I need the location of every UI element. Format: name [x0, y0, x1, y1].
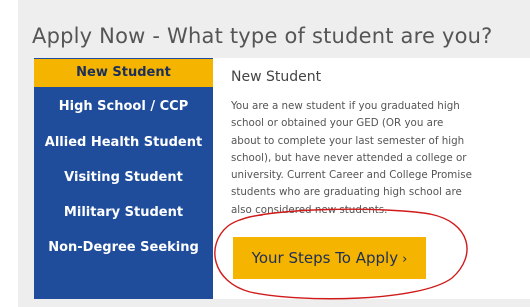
your-steps-to-apply-button[interactable]: Your Steps To Apply › — [233, 237, 426, 279]
apply-button-label: Your Steps To Apply — [251, 249, 399, 267]
description-line: school), but have never attended a colle… — [231, 151, 467, 164]
student-type-sidebar: New Student High School / CCP Allied Hea… — [34, 58, 213, 299]
page-title: Apply Now - What type of student are you… — [32, 24, 493, 48]
chevron-right-icon: › — [402, 252, 408, 267]
description-line: about to complete your last semester of … — [231, 134, 465, 147]
description-line: university. Current Career and College P… — [231, 169, 472, 182]
description-line: also considered new students. — [231, 203, 388, 216]
content-title: New Student — [231, 69, 322, 85]
tab-military-student[interactable]: Military Student — [34, 200, 213, 226]
tab-content-panel: New Student You are a new student if you… — [213, 58, 530, 299]
description-line: school or obtained your GED (OR you are — [231, 117, 444, 130]
tab-non-degree-seeking[interactable]: Non-Degree Seeking — [34, 235, 213, 261]
content-description: You are a new student if you graduated h… — [231, 98, 501, 219]
description-line: students who are graduating high school … — [231, 186, 462, 199]
description-line: You are a new student if you graduated h… — [231, 100, 460, 112]
tab-visiting-student[interactable]: Visiting Student — [34, 165, 213, 191]
tab-new-student[interactable]: New Student — [34, 59, 213, 87]
tab-allied-health-student[interactable]: Allied Health Student — [34, 130, 213, 156]
tab-high-school-ccp[interactable]: High School / CCP — [34, 94, 213, 120]
